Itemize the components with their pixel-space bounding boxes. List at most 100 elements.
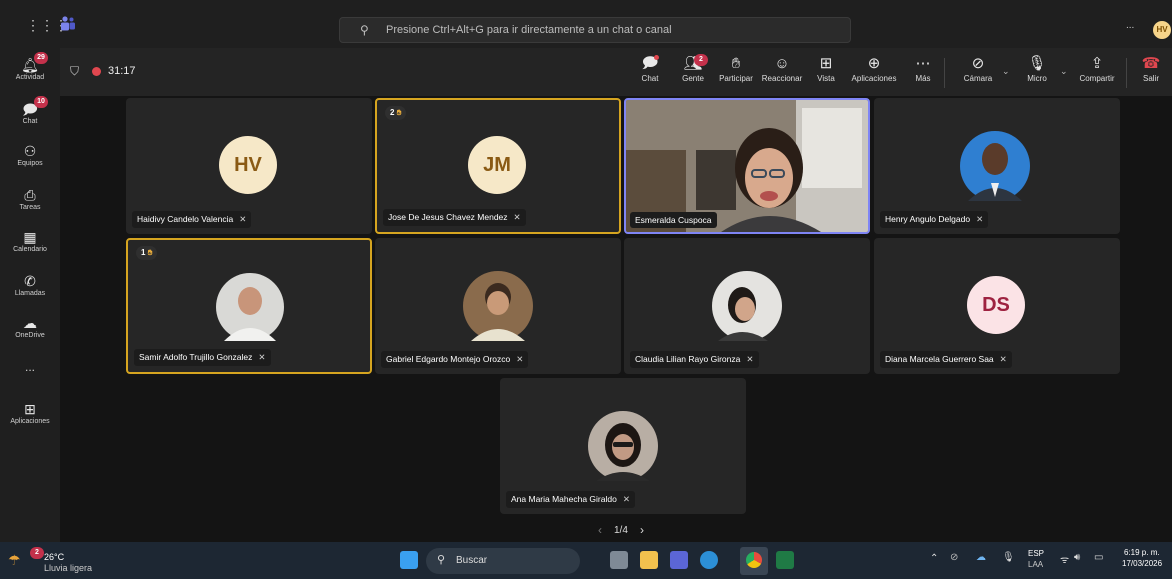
participant-tile[interactable]: Henry Angulo Delgado ✕ [874, 98, 1120, 234]
ellipsis-icon: ⋯ [915, 55, 931, 72]
participant-avatar: DS [967, 276, 1025, 334]
toolbar-divider [944, 58, 945, 88]
task-view-icon[interactable] [610, 551, 628, 569]
mic-off-icon: ✕ [976, 214, 984, 224]
volume-icon[interactable]: 🔊︎ [1074, 552, 1080, 563]
participant-tile[interactable]: Claudia Lilian Rayo Gironza ✕ [624, 238, 870, 374]
mic-off-icon: ✕ [516, 354, 524, 364]
camera-button[interactable]: ⊘ Cámara [960, 54, 996, 83]
react-label: Reaccionar [761, 74, 803, 83]
user-avatar[interactable]: HV [1153, 21, 1171, 39]
app-rail: 🔔︎ Actividad 29 🗩 Chat 10 ⚇ Equipos ⎙ Ta… [0, 48, 60, 542]
camera-off-icon: ⊘ [971, 55, 985, 72]
calendar-icon: ▦ [23, 229, 37, 245]
add-icon: ⊕ [867, 55, 881, 72]
participate-label: Participar [719, 74, 753, 83]
cloud-icon: ☁ [23, 315, 37, 331]
react-button[interactable]: ☺ Reaccionar [759, 54, 805, 83]
people-button[interactable]: 👥︎ Gente 2 [676, 54, 710, 83]
participant-name: Esmeralda Cuspoca [630, 212, 717, 228]
share-button[interactable]: ⇪ Compartir [1074, 54, 1120, 83]
participant-video-tile[interactable]: Esmeralda Cuspoca [624, 98, 870, 234]
weather-widget[interactable]: ☂ 2 26°C Lluvia ligera [8, 547, 158, 576]
raised-hand-badge: 1 ✋︎ [136, 246, 158, 260]
weather-desc: Lluvia ligera [44, 563, 93, 573]
name-text: Samir Adolfo Trujillo Gonzalez [139, 352, 253, 362]
mic-off-icon: ✕ [513, 212, 521, 222]
chrome-icon [746, 552, 762, 568]
rail-item-onedrive[interactable]: ☁ OneDrive [0, 314, 60, 339]
meeting-toolbar: ⛉ 31:17 🗩 Chat 👥︎ Gente 2 ✋︎ Participar … [60, 48, 1172, 96]
more-button[interactable]: ⋯ Más [912, 54, 934, 83]
name-text: Henry Angulo Delgado [885, 214, 971, 224]
search-input[interactable]: ⚲ Presione Ctrl+Alt+G para ir directamen… [339, 17, 851, 43]
rail-item-apps[interactable]: ⊞ Aplicaciones [0, 400, 60, 425]
participant-tile[interactable]: Ana Maria Mahecha Giraldo ✕ [500, 378, 746, 514]
wifi-icon[interactable]: ᯤ [1060, 552, 1069, 566]
mic-off-icon: ✕ [239, 214, 247, 224]
view-button[interactable]: ⊞ Vista [812, 54, 840, 83]
apps-button[interactable]: ⊕ Aplicaciones [848, 54, 900, 83]
mic-off-icon: 🎙︎ [1027, 55, 1047, 72]
next-page-chevron-icon[interactable]: › [640, 523, 644, 537]
people-badge: 2 [694, 54, 708, 66]
clock-time[interactable]: 6:19 p. m. [1124, 548, 1160, 557]
battery-icon[interactable]: ▭ [1094, 552, 1103, 563]
rail-item-tasks[interactable]: ⎙ Tareas [0, 186, 60, 211]
rail-item-calls[interactable]: ✆ Llamadas [0, 272, 60, 297]
tray-app-icon[interactable]: ⊘ [950, 552, 958, 563]
teams-taskbar-icon[interactable] [670, 551, 688, 569]
mic-off-icon: ✕ [999, 354, 1007, 364]
participant-tile[interactable]: 2 ✋︎ JM Jose De Jesus Chavez Mendez ✕ [375, 98, 621, 234]
rail-label: Aplicaciones [10, 418, 50, 425]
participant-tile[interactable]: DS Diana Marcela Guerrero Saa ✕ [874, 238, 1120, 374]
participant-photo [712, 271, 782, 341]
participant-photo [216, 273, 284, 341]
hand-icon: ✋︎ [147, 248, 153, 257]
rail-item-teams[interactable]: ⚇ Equipos [0, 142, 60, 167]
participant-tile[interactable]: 1 ✋︎ Samir Adolfo Trujillo Gonzalez ✕ [126, 238, 372, 374]
raise-hand-button[interactable]: ✋︎ Participar [714, 54, 758, 83]
participant-avatar: JM [468, 136, 526, 194]
more-options-button[interactable]: ... [1126, 20, 1134, 31]
mic-options-chevron-icon[interactable]: ⌄ [1060, 66, 1068, 77]
apps-label: Aplicaciones [851, 74, 897, 83]
chat-button[interactable]: 🗩 Chat [638, 54, 662, 83]
weather-badge: 2 [30, 547, 44, 559]
participant-tile[interactable]: HV Haidivy Candelo Valencia ✕ [126, 98, 372, 234]
mic-button[interactable]: 🎙︎ Micro [1022, 54, 1052, 83]
participant-name: Claudia Lilian Rayo Gironza ✕ [630, 351, 759, 368]
rail-item-activity[interactable]: 🔔︎ Actividad 29 [0, 52, 60, 81]
input-language[interactable]: ESP [1028, 549, 1044, 558]
rail-item-chat[interactable]: 🗩 Chat 10 [0, 96, 60, 125]
participant-avatar: HV [219, 136, 277, 194]
excel-icon[interactable] [776, 551, 794, 569]
participant-tile[interactable]: Gabriel Edgardo Montejo Orozco ✕ [375, 238, 621, 374]
previous-page-chevron-icon[interactable]: ‹ [598, 523, 602, 537]
file-explorer-icon[interactable] [640, 551, 658, 569]
tray-mic-icon[interactable]: 🎙︎ [1002, 552, 1015, 563]
camera-options-chevron-icon[interactable]: ⌄ [1002, 66, 1010, 77]
tray-overflow-chevron-icon[interactable]: ⌃ [930, 553, 938, 564]
mic-off-icon: ✕ [258, 352, 266, 362]
windows-taskbar: ☂ 2 26°C Lluvia ligera ⚲ Buscar ⌃ ⊘ ☁ 🎙︎… [0, 542, 1172, 579]
bell-icon: 🔔︎ [21, 57, 39, 73]
rail-item-calendar[interactable]: ▦ Calendario [0, 228, 60, 253]
teams-icon: ⚇ [23, 143, 37, 159]
leave-button[interactable]: ☎ Salir [1138, 54, 1164, 83]
name-text: Haidivy Candelo Valencia [137, 214, 234, 224]
input-language-sub: LAA [1028, 560, 1044, 569]
chat-label: Chat [641, 74, 659, 83]
chrome-icon-active[interactable] [740, 547, 768, 575]
rail-more-button[interactable]: ... [0, 360, 60, 374]
taskbar-search[interactable]: ⚲ Buscar [426, 548, 580, 574]
copilot-icon[interactable] [700, 551, 718, 569]
clock-date[interactable]: 17/03/2026 [1122, 559, 1162, 568]
tray-cloud-icon[interactable]: ☁ [976, 552, 986, 563]
participant-photo [588, 411, 658, 481]
mic-off-icon: ✕ [622, 494, 630, 504]
rail-label: Calendario [13, 246, 47, 253]
start-windows-icon[interactable] [400, 551, 418, 569]
meeting-timer: 31:17 [108, 65, 136, 77]
search-placeholder: Presione Ctrl+Alt+G para ir directamente… [386, 24, 672, 36]
